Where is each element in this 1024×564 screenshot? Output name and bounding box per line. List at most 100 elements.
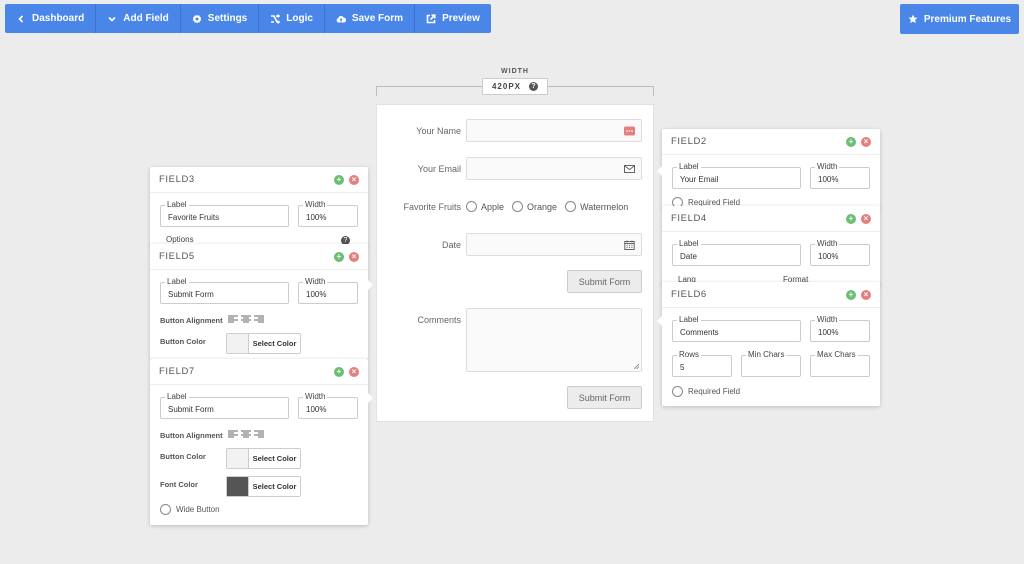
field3-options-label: Options [166,235,194,244]
field7-label-caption: Label [165,392,189,402]
add-icon[interactable]: + [334,366,344,377]
width-value-box[interactable]: 420PX ? [482,78,548,95]
field7-wide-button-toggle[interactable]: Wide Button [160,504,220,515]
submit-form-button-2[interactable]: Submit Form [567,386,642,409]
field5-width-value: 100% [306,290,327,299]
color-swatch [227,477,249,496]
fruit-option-watermelon[interactable]: Watermelon [565,201,628,212]
field7-button-color-picker[interactable]: Select Color [226,448,301,469]
field3-title: FIELD3 [159,174,195,185]
add-icon[interactable]: + [846,213,856,224]
align-right-icon[interactable] [254,430,264,438]
your-name-input[interactable] [466,119,642,142]
radio-circle[interactable] [160,504,171,515]
logic-button[interactable]: Logic [259,4,325,33]
resize-handle-icon[interactable] [633,363,639,369]
field5-label-input[interactable]: Label Submit Form [160,277,289,304]
field5-button-alignment-label: Button Alignment [160,316,223,325]
dashboard-button[interactable]: Dashboard [5,4,97,33]
field2-title: FIELD2 [671,136,707,147]
align-right-icon[interactable] [254,315,264,323]
preview-button[interactable]: Preview [415,4,491,33]
field5-card: FIELD5 + × Label Submit Form Width 100% … [150,244,368,359]
date-label: Date [441,239,461,250]
field4-card: FIELD4 + × Label Date Width 100% Lang Fo… [662,206,880,286]
field6-title: FIELD6 [671,289,707,300]
add-icon[interactable]: + [846,289,856,300]
help-icon[interactable]: ? [529,82,539,91]
color-swatch [227,334,249,353]
field7-label-input[interactable]: Label Submit Form [160,392,289,419]
field6-required-toggle[interactable]: Required Field [672,386,740,397]
toolbar: Dashboard Add Field Settings Logic Save … [5,4,491,33]
close-icon[interactable]: × [349,366,359,377]
add-icon[interactable]: + [334,174,344,185]
your-name-label: Your Name [416,125,461,136]
field4-title: FIELD4 [671,213,707,224]
close-icon[interactable]: × [349,174,359,185]
premium-features-button[interactable]: Premium Features [900,4,1019,34]
settings-button[interactable]: Settings [181,4,260,33]
field3-width-value: 100% [306,213,327,222]
field7-button-alignment-label: Button Alignment [160,431,223,440]
field5-label-value: Submit Form [168,290,214,299]
add-icon[interactable]: + [334,251,344,262]
field6-min-chars-input[interactable]: Min Chars [741,350,801,377]
save-form-button[interactable]: Save Form [325,4,416,33]
field7-width-value: 100% [306,405,327,414]
field4-width-input[interactable]: Width 100% [810,239,870,266]
field3-width-input[interactable]: Width 100% [298,200,358,227]
field6-label-input[interactable]: Label Comments [672,315,801,342]
fruit-option-orange[interactable]: Orange [512,201,557,212]
field7-width-input[interactable]: Width 100% [298,392,358,419]
form-preview: Your Name Your Email Favorite Fruits App… [376,104,654,422]
add-icon[interactable]: + [846,136,856,147]
field4-label-input[interactable]: Label Date [672,239,801,266]
radio-circle[interactable] [672,386,683,397]
submit-form-button-1[interactable]: Submit Form [567,270,642,293]
close-icon[interactable]: × [861,213,871,224]
field2-width-input[interactable]: Width 100% [810,162,870,189]
field2-label-input[interactable]: Label Your Email [672,162,801,189]
field7-card: FIELD7 + × Label Submit Form Width 100% … [150,359,368,525]
gear-icon [192,14,201,23]
fruit-option-apple[interactable]: Apple [466,201,504,212]
close-icon[interactable]: × [861,289,871,300]
add-field-button[interactable]: Add Field [96,4,181,33]
close-icon[interactable]: × [861,136,871,147]
field7-font-color-label: Font Color [160,480,198,489]
wide-button-label: Wide Button [176,505,220,514]
cloud-upload-icon [336,15,346,22]
field6-header: FIELD6 + × [662,282,880,308]
close-icon[interactable]: × [349,251,359,262]
settings-label: Settings [207,13,248,24]
field7-width-caption: Width [303,392,328,402]
field6-rows-caption: Rows [677,350,702,360]
align-center-icon[interactable] [241,430,251,438]
field6-label-caption: Label [677,315,701,325]
align-left-icon[interactable] [228,430,238,438]
radio-circle[interactable] [512,201,524,212]
radio-circle[interactable] [466,201,477,212]
field6-rows-input[interactable]: Rows 5 [672,350,732,377]
field6-max-chars-input[interactable]: Max Chars [810,350,870,377]
premium-label: Premium Features [923,13,1012,25]
align-left-icon[interactable] [228,315,238,323]
add-field-label: Add Field [123,13,169,24]
password-dots-icon [624,126,635,136]
select-color-label: Select Color [252,482,297,491]
radio-circle[interactable] [565,201,577,212]
field5-button-color-picker[interactable]: Select Color [226,333,301,354]
field5-width-input[interactable]: Width 100% [298,277,358,304]
field6-width-input[interactable]: Width 100% [810,315,870,342]
your-email-input[interactable] [466,157,642,180]
field7-title: FIELD7 [159,366,195,377]
date-input[interactable] [466,233,642,256]
comments-textarea[interactable] [466,308,642,372]
field6-card: FIELD6 + × Label Comments Width 100% Row… [662,282,880,406]
align-center-icon[interactable] [241,315,251,323]
field5-header: FIELD5 + × [150,244,368,270]
star-icon [908,14,918,24]
field3-label-input[interactable]: Label Favorite Fruits [160,200,289,227]
field7-font-color-picker[interactable]: Select Color [226,476,301,497]
